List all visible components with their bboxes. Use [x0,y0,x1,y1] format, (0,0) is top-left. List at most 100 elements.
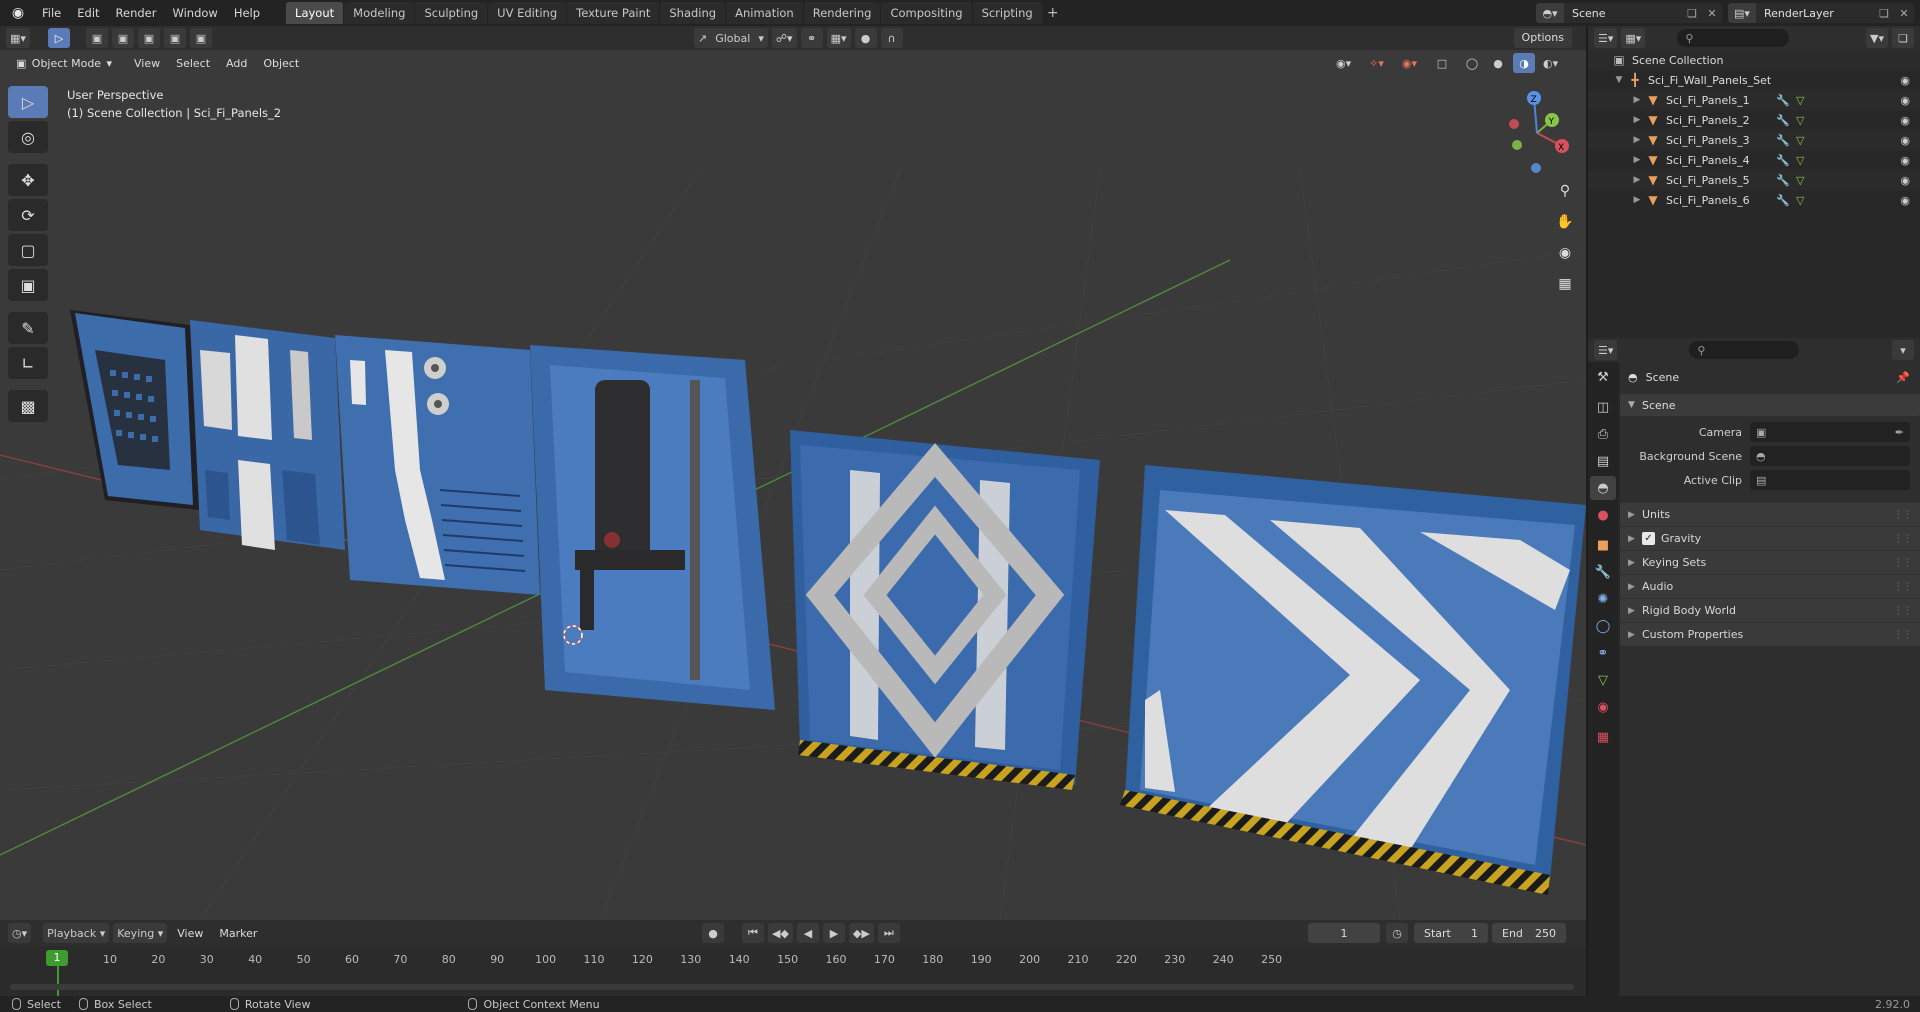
mesh-data-icon[interactable]: ▽ [1796,194,1804,207]
timeline-scrollbar[interactable] [10,984,1574,990]
modifier-wrench-icon[interactable]: 🔧 [1776,134,1790,147]
pin-icon[interactable]: 📌 [1896,371,1910,384]
properties-search-input[interactable]: ⚲ [1689,341,1800,359]
outliner-object-row[interactable]: ▶ ▼ Sci_Fi_Panels_3 🔧 ▽ ◉ [1588,130,1920,150]
jump-end-icon[interactable]: ⏭ [877,923,900,943]
end-frame-field[interactable]: End 250 [1492,923,1566,943]
mesh-data-icon[interactable]: ▽ [1796,114,1804,127]
tab-scripting[interactable]: Scripting [972,2,1042,24]
drag-handle-icon[interactable]: ⋮⋮ [1894,582,1912,592]
current-frame-field[interactable]: 1 [1308,923,1380,943]
record-icon[interactable]: ● [702,923,724,943]
modifier-wrench-icon[interactable]: 🔧 [1776,174,1790,187]
subpanel-header[interactable]: ▶ Audio ⋮⋮ [1620,574,1920,598]
falloff-icon[interactable]: ∩ [880,28,903,48]
measure-tool-icon[interactable]: ∟ [8,347,48,379]
drag-handle-icon[interactable]: ⋮⋮ [1894,534,1912,544]
menu-help[interactable]: Help [226,0,268,26]
constraints-tab-icon[interactable]: ⚭ [1590,641,1616,665]
visibility-icon[interactable]: ◉▾ [1332,53,1356,73]
mesh-data-icon[interactable]: ▽ [1796,174,1804,187]
subpanel-header[interactable]: ▶ Rigid Body World ⋮⋮ [1620,598,1920,622]
expand-icon[interactable]: ▶ [1630,195,1644,205]
outliner-collection[interactable]: ▼ ╋ Sci_Fi_Wall_Panels_Set ◉ [1588,70,1920,90]
texture-tab-icon[interactable]: ▦ [1590,725,1616,749]
mesh-data-icon[interactable]: ▽ [1796,94,1804,107]
scene-selector[interactable]: ◓▾ Scene ❏ ✕ [1536,3,1722,23]
eye-icon[interactable]: ◉ [1900,134,1910,147]
properties-editor-icon[interactable]: ☰▾ [1594,340,1618,360]
outliner-object-row[interactable]: ▶ ▼ Sci_Fi_Panels_2 🔧 ▽ ◉ [1588,110,1920,130]
new-collection-icon[interactable]: ❏ [1892,28,1914,48]
wireframe-shading-icon[interactable]: ◯ [1461,53,1483,73]
subpanel-header[interactable]: ▶ Units ⋮⋮ [1620,502,1920,526]
select-mode-icon[interactable]: ▷ [47,28,70,48]
scene-tab-icon[interactable]: ◓ [1590,476,1616,500]
scene-name[interactable]: Scene [1564,7,1682,20]
pan-hand-icon[interactable]: ✋ [1552,209,1578,235]
eye-icon[interactable]: ◉ [1900,154,1910,167]
zoom-icon[interactable]: ⚲ [1552,178,1578,204]
jump-start-icon[interactable]: ⏮ [742,923,764,943]
select-extend-icon[interactable]: ▣ [111,28,134,48]
expand-icon[interactable]: ▶ [1630,175,1644,185]
eye-icon[interactable]: ◉ [1900,174,1910,187]
active-clip-field[interactable]: ▤ [1750,470,1910,490]
view-layer-selector[interactable]: ▤▾ RenderLayer ❏ ✕ [1728,3,1914,23]
outliner-editor-icon[interactable]: ☰▾ [1594,28,1618,48]
drag-handle-icon[interactable]: ⋮⋮ [1894,558,1912,568]
add-workspace-icon[interactable]: + [1043,2,1063,24]
expand-icon[interactable]: ▶ [1630,155,1644,165]
particles-tab-icon[interactable]: ✺ [1590,587,1616,611]
editor-type-icon[interactable]: ▦▾ [6,28,30,48]
mesh-data-icon[interactable]: ▽ [1796,154,1804,167]
drag-handle-icon[interactable]: ⋮⋮ [1894,510,1912,520]
blender-logo-icon[interactable]: ◉ [8,3,28,23]
tab-sculpting[interactable]: Sculpting [415,2,488,24]
eye-icon[interactable]: ◉ [1900,194,1910,207]
outliner-scene-collection[interactable]: ▣ Scene Collection [1588,50,1920,70]
proportional-edit-icon[interactable]: ● [854,28,877,48]
playback-menu[interactable]: Playback ▾ [43,923,110,943]
select-subtract-icon[interactable]: ▣ [137,28,160,48]
tab-uv-editing[interactable]: UV Editing [488,2,567,24]
modifier-wrench-icon[interactable]: 🔧 [1776,94,1790,107]
physics-tab-icon[interactable]: ◯ [1590,614,1616,638]
subpanel-header[interactable]: ▶ ✓ Gravity ⋮⋮ [1620,526,1920,550]
cursor-tool-icon[interactable]: ◎ [8,121,48,153]
drag-handle-icon[interactable]: ⋮⋮ [1894,606,1912,616]
snap-icon[interactable]: ⚭ [800,28,823,48]
expand-icon[interactable]: ▶ [1630,95,1644,105]
modifier-wrench-icon[interactable]: 🔧 [1776,114,1790,127]
3d-viewport[interactable]: ▷ ◎ ✥ ⟳ ▢ ▣ ✎ ∟ ▩ User Perspective (1) S… [0,50,1586,920]
tab-compositing[interactable]: Compositing [881,2,972,24]
select-box-tool-icon[interactable]: ▷ [8,86,48,118]
outliner-search-input[interactable]: ⚲ [1677,29,1790,47]
menu-render[interactable]: Render [108,0,165,26]
next-keyframe-icon[interactable]: ◆▶ [848,923,874,943]
render-tab-icon[interactable]: ◫ [1590,395,1616,419]
properties-options-icon[interactable]: ▾ [1892,340,1914,360]
background-scene-field[interactable]: ◓ [1750,446,1910,466]
modifier-wrench-icon[interactable]: 🔧 [1776,194,1790,207]
subpanel-header[interactable]: ▶ Keying Sets ⋮⋮ [1620,550,1920,574]
filter-icon[interactable]: ▼▾ [1866,28,1888,48]
tab-rendering[interactable]: Rendering [803,2,881,24]
object-tab-icon[interactable]: ■ [1590,533,1616,557]
camera-field[interactable]: ▣ ✒ [1750,422,1910,442]
menu-select[interactable]: Select [168,57,218,70]
snap-target-icon[interactable]: ▦▾ [826,28,851,48]
transform-tool-icon[interactable]: ▣ [8,269,48,301]
tab-animation[interactable]: Animation [726,2,803,24]
timeline-menu-marker[interactable]: Marker [211,927,265,940]
camera-view-icon[interactable]: ◉ [1552,240,1578,266]
outliner-object-row[interactable]: ▶ ▼ Sci_Fi_Panels_5 🔧 ▽ ◉ [1588,170,1920,190]
world-tab-icon[interactable]: ● [1590,503,1616,527]
data-tab-icon[interactable]: ▽ [1590,668,1616,692]
outliner-object-row[interactable]: ▶ ▼ Sci_Fi_Panels_4 🔧 ▽ ◉ [1588,150,1920,170]
material-tab-icon[interactable]: ◉ [1590,695,1616,719]
outliner-object-row[interactable]: ▶ ▼ Sci_Fi_Panels_1 🔧 ▽ ◉ [1588,90,1920,110]
collapse-icon[interactable]: ▼ [1612,75,1626,85]
ortho-grid-icon[interactable]: ▦ [1552,271,1578,297]
menu-view[interactable]: View [126,57,168,70]
